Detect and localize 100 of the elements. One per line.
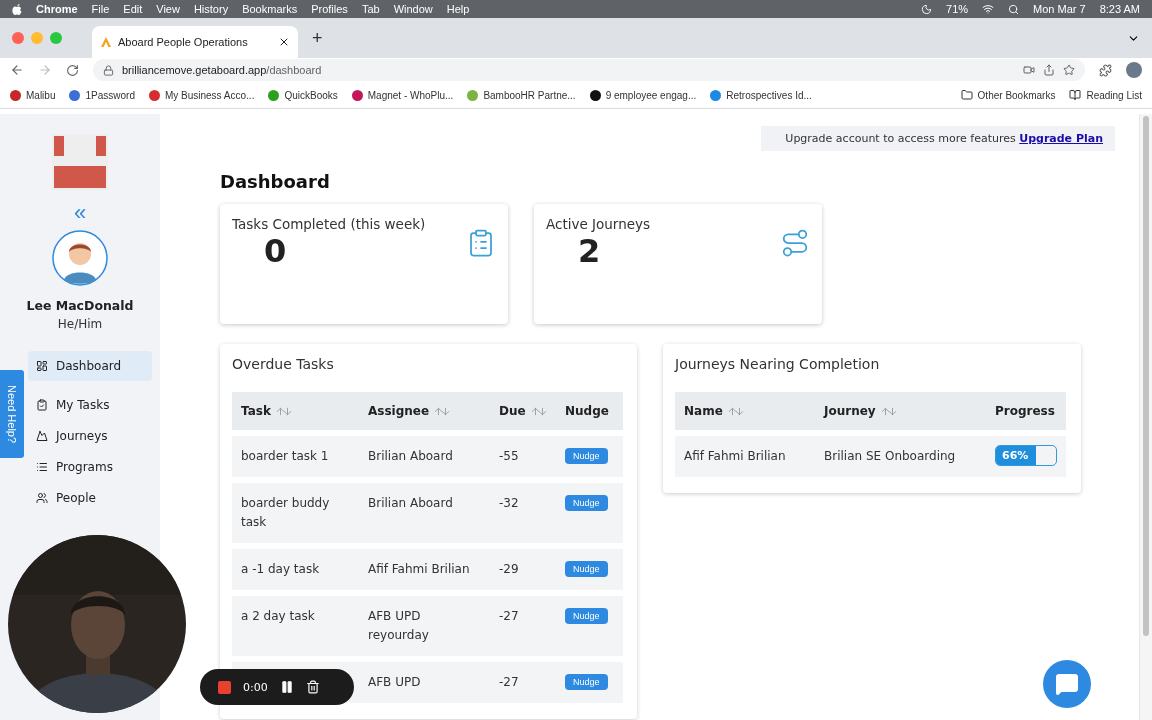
menu-item[interactable]: View xyxy=(156,3,180,15)
bookmark-link[interactable]: 9 employee engag... xyxy=(589,89,697,101)
table-cell: Afif Fahmi Brilian xyxy=(359,549,490,590)
recording-time: 0:00 xyxy=(243,680,268,694)
table-cell: -27 xyxy=(490,596,556,656)
bookmark-link[interactable]: BambooHR Partne... xyxy=(467,89,576,101)
browser-tab[interactable]: Aboard People Operations xyxy=(92,26,298,58)
bookmark-link[interactable]: 1Password xyxy=(69,89,135,101)
upgrade-banner: Upgrade account to access more features Upgrade Plan xyxy=(761,126,1115,151)
table-cell: AFB UPD xyxy=(359,662,490,703)
nav-item[interactable]: Dashboard xyxy=(28,351,152,381)
time-text: 8:23 AM xyxy=(1099,3,1140,15)
bookmark-link[interactable]: QuickBooks xyxy=(268,89,338,101)
route-icon xyxy=(780,228,810,258)
chat-button[interactable] xyxy=(1043,660,1091,708)
close-icon[interactable] xyxy=(278,36,290,48)
nav-item[interactable]: Journeys xyxy=(28,422,152,449)
scrollbar-thumb[interactable] xyxy=(1143,116,1149,636)
bookmark-link[interactable]: Magnet - WhoPlu... xyxy=(351,89,454,101)
bookmark-link[interactable]: Retrospectives Id... xyxy=(710,89,812,101)
menu-item[interactable]: Window xyxy=(393,3,433,15)
column-header: Nudge xyxy=(556,392,623,430)
user-pronouns: He/Him xyxy=(57,317,103,331)
menu-item[interactable]: File xyxy=(91,3,110,15)
column-header[interactable]: Assignee xyxy=(359,392,490,430)
column-header[interactable]: Journey xyxy=(815,392,986,430)
table-cell: -55 xyxy=(490,436,556,477)
column-header[interactable]: Task xyxy=(232,392,359,430)
table-cell: -32 xyxy=(490,483,556,543)
nav-item[interactable]: My Tasks xyxy=(28,391,152,418)
pause-icon[interactable] xyxy=(279,680,294,694)
nav-item[interactable]: Programs xyxy=(28,453,152,480)
date-text: Mon Mar 7 xyxy=(1033,3,1086,15)
nav-icon xyxy=(36,360,48,372)
column-header[interactable]: Due xyxy=(490,392,556,430)
stat-label: Active Journeys xyxy=(546,216,652,232)
menu-item[interactable]: Edit xyxy=(123,3,143,15)
stat-value: 0 xyxy=(263,232,288,270)
folder-icon xyxy=(960,89,973,101)
bookmark-link[interactable]: Malibu xyxy=(10,89,56,101)
share-icon[interactable] xyxy=(1043,64,1055,76)
menu-item[interactable]: History xyxy=(193,3,229,15)
stat-value: 2 xyxy=(577,232,602,270)
nudge-button[interactable]: Nudge xyxy=(565,608,608,624)
column-header[interactable]: Name xyxy=(675,392,815,430)
extensions-icon[interactable] xyxy=(1099,63,1112,77)
table-cell: a -1 day task xyxy=(232,549,359,590)
user-avatar xyxy=(52,230,108,286)
star-icon[interactable] xyxy=(1063,64,1075,76)
table-cell: Brilian Aboard xyxy=(359,436,490,477)
need-help-tab[interactable]: Need Help? xyxy=(0,370,24,458)
upgrade-link[interactable]: Upgrade Plan xyxy=(1019,132,1103,145)
book-icon xyxy=(1069,89,1082,101)
table-cell: boarder task 1 xyxy=(232,436,359,477)
nav-icon xyxy=(36,398,48,411)
menu-item[interactable]: Profiles xyxy=(311,3,348,15)
camera-icon[interactable] xyxy=(1023,64,1035,76)
table-cell: a 2 day task xyxy=(232,596,359,656)
back-icon[interactable] xyxy=(10,63,24,77)
nudge-button[interactable]: Nudge xyxy=(565,495,608,511)
trash-icon[interactable] xyxy=(305,680,320,694)
nav-icon xyxy=(36,491,48,504)
logo-drawing xyxy=(52,134,108,190)
wifi-icon[interactable] xyxy=(982,3,995,15)
table-cell: boarder buddy task xyxy=(232,483,359,543)
table-cell: -29 xyxy=(490,549,556,590)
column-header: Progress xyxy=(986,392,1066,430)
table-cell: Brilian Aboard xyxy=(359,483,490,543)
bookmark-link[interactable]: My Business Acco... xyxy=(148,89,255,101)
panel-title: Overdue Tasks xyxy=(232,356,335,372)
progress-fill: 66% xyxy=(996,446,1036,465)
bookmark-folder[interactable]: Other Bookmarks xyxy=(960,89,1056,101)
table-cell: -27 xyxy=(490,662,556,703)
search-icon[interactable] xyxy=(1008,3,1020,15)
menu-item[interactable]: Bookmarks xyxy=(242,3,298,15)
page-title: Dashboard xyxy=(220,171,331,192)
stat-label: Tasks Completed (this week) xyxy=(232,216,427,232)
apple-icon[interactable] xyxy=(12,3,22,15)
address-field[interactable]: brilliancemove.getaboard.app/dashboard xyxy=(93,59,1085,81)
nudge-button[interactable]: Nudge xyxy=(565,448,608,464)
chat-icon xyxy=(1055,672,1079,696)
lock-icon[interactable] xyxy=(103,64,114,76)
menu-item[interactable]: Tab xyxy=(361,3,380,15)
panel-title: Journeys Nearing Completion xyxy=(675,356,881,372)
nudge-button[interactable]: Nudge xyxy=(565,561,608,577)
logo-icon xyxy=(100,36,112,48)
reload-icon[interactable] xyxy=(66,63,79,77)
user-name: Lee MacDonald xyxy=(26,298,134,313)
nav-icon xyxy=(36,460,48,473)
table-cell: Afif Fahmi Brilian xyxy=(675,436,815,477)
menu-item[interactable]: Help xyxy=(446,3,470,15)
new-tab-button[interactable]: + xyxy=(308,27,327,49)
stop-icon[interactable] xyxy=(218,680,231,694)
nudge-button[interactable]: Nudge xyxy=(565,674,608,690)
reading-list-button[interactable]: Reading List xyxy=(1069,89,1142,101)
app-menu[interactable]: Chrome xyxy=(36,3,78,15)
moon-icon[interactable] xyxy=(921,3,933,15)
close-window-button[interactable] xyxy=(12,32,24,44)
profile-avatar[interactable] xyxy=(1126,62,1142,78)
nav-item[interactable]: People xyxy=(28,484,152,511)
